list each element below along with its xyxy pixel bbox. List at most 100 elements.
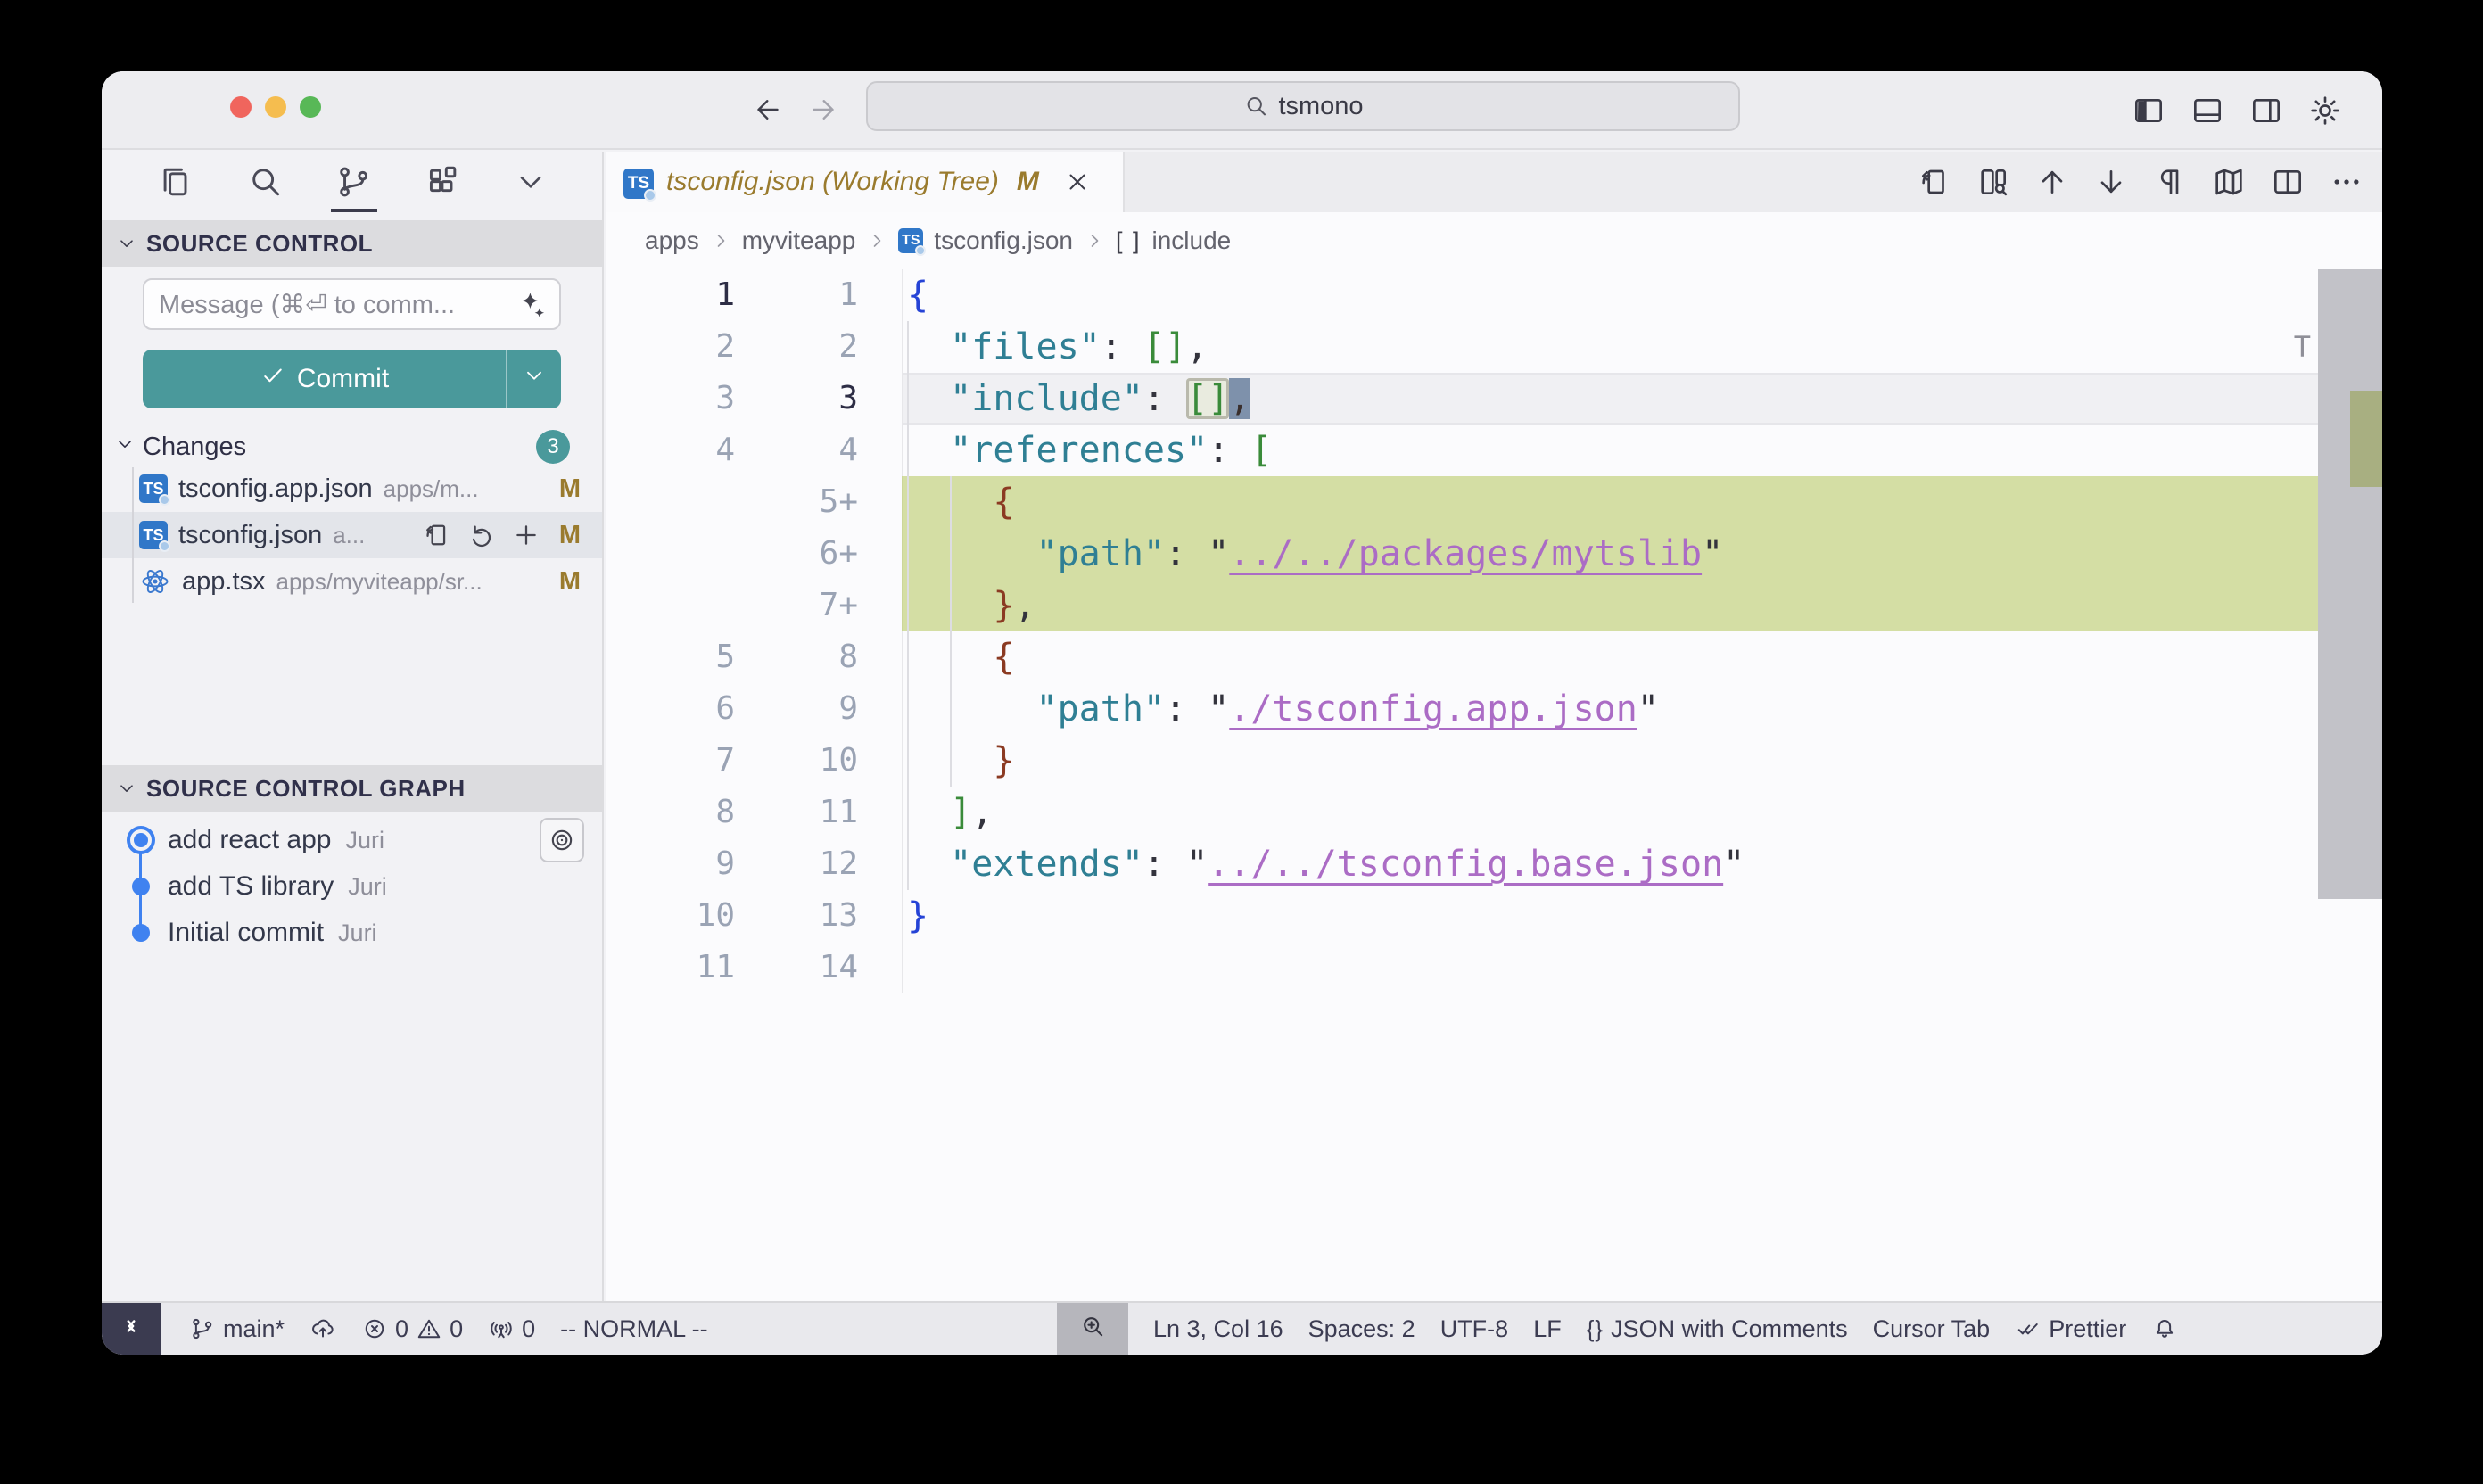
status-sync-status[interactable] — [297, 1303, 349, 1355]
activity-source-control-icon[interactable] — [333, 159, 375, 205]
status-ports[interactable]: 0 — [475, 1303, 548, 1355]
file-name: tsconfig.json — [178, 521, 322, 550]
open-file-icon[interactable] — [422, 520, 452, 550]
status-bar: main*000-- NORMAL -- Ln 3, Col 16Spaces:… — [102, 1301, 2382, 1355]
scrollbar[interactable] — [2318, 269, 2382, 1301]
breadcrumb-item[interactable]: tsconfig.json — [934, 227, 1073, 255]
commit-row[interactable]: Initial commitJuri — [102, 910, 602, 956]
line-number: 7+ — [735, 580, 858, 631]
sparkle-icon[interactable] — [515, 288, 549, 329]
more-icon[interactable] — [2329, 164, 2364, 200]
activity-files-icon[interactable] — [154, 159, 197, 205]
scrollbar-thumb[interactable] — [2318, 269, 2382, 899]
code-line[interactable]: 69 "path": "./tsconfig.app.json" — [606, 683, 2382, 735]
map-icon[interactable] — [2211, 164, 2247, 200]
commit-dropdown-button[interactable] — [506, 350, 561, 408]
layout-sidebar-left-icon[interactable] — [2131, 93, 2166, 128]
activity-search-icon[interactable] — [243, 159, 286, 205]
status-text: Cursor Tab — [1873, 1315, 1991, 1343]
status-vim-mode[interactable]: -- NORMAL -- — [548, 1303, 720, 1355]
breadcrumb-item[interactable]: myviteapp — [742, 227, 856, 255]
status-left-items: main*000-- NORMAL -- — [177, 1303, 721, 1355]
command-center-search[interactable]: tsmono — [866, 81, 1740, 131]
stage-icon[interactable] — [511, 520, 541, 550]
changes-section-header[interactable]: Changes 3 — [102, 428, 602, 466]
file-link[interactable]: ../../packages/mytslib — [1229, 533, 1702, 574]
remote-indicator[interactable] — [102, 1303, 161, 1355]
close-icon[interactable] — [1064, 169, 1091, 195]
commit-row[interactable]: add react appJuri — [102, 817, 602, 863]
traffic-light-minimize[interactable] — [265, 96, 286, 118]
status-cursor-tab[interactable]: Cursor Tab — [1860, 1303, 2003, 1355]
status-indentation[interactable]: Spaces: 2 — [1296, 1303, 1428, 1355]
activity-chevron-down-icon[interactable] — [511, 161, 550, 203]
file-link[interactable]: ../../tsconfig.base.json — [1208, 844, 1723, 885]
gear-icon[interactable] — [2307, 93, 2343, 128]
code-line[interactable]: 811 ], — [606, 787, 2382, 838]
status-mid-items: Ln 3, Col 16Spaces: 2UTF-8LF{}JSON with … — [1141, 1303, 2190, 1355]
source-control-header[interactable]: SOURCE CONTROL — [102, 220, 602, 267]
activity-extensions-icon[interactable] — [422, 159, 465, 205]
traffic-light-close[interactable] — [230, 96, 252, 118]
changes-file-row[interactable]: app.tsxapps/myviteapp/sr...M — [102, 558, 602, 605]
changes-file-row[interactable]: TStsconfig.jsona...M — [102, 512, 602, 558]
breadcrumb-item[interactable]: include — [1152, 227, 1232, 255]
file-link[interactable]: ./tsconfig.app.json — [1229, 688, 1637, 730]
goto-target-button[interactable] — [540, 818, 584, 862]
next-change-icon[interactable] — [2093, 164, 2129, 200]
layout-sidebar-right-icon[interactable] — [2248, 93, 2284, 128]
code-line[interactable]: 33 "include": [], — [606, 373, 2382, 425]
chevron-right-icon — [1084, 230, 1105, 251]
old-line-number: 1 — [606, 269, 735, 321]
status-encoding[interactable]: UTF-8 — [1428, 1303, 1522, 1355]
split-editor-icon[interactable] — [2270, 164, 2306, 200]
changes-file-row[interactable]: TStsconfig.app.jsonapps/m...M — [102, 466, 602, 512]
vim-block-cursor: , — [1229, 378, 1250, 419]
status-language-mode[interactable]: {}JSON with Comments — [1574, 1303, 1860, 1355]
status-notifications[interactable] — [2139, 1303, 2190, 1355]
commit-button[interactable]: Commit — [143, 350, 561, 408]
editor-group: TS tsconfig.json (Working Tree) M apps my… — [606, 152, 2382, 1301]
zoom-indicator[interactable] — [1057, 1303, 1128, 1355]
status-problems[interactable]: 00 — [349, 1303, 475, 1355]
status-formatter[interactable]: Prettier — [2002, 1303, 2139, 1355]
code-text: "path": "../../packages/mytslib" — [902, 528, 2382, 580]
prev-change-icon[interactable] — [2034, 164, 2070, 200]
code-line[interactable]: 7+ }, — [606, 580, 2382, 631]
status-eol[interactable]: LF — [1521, 1303, 1574, 1355]
code-line[interactable]: 912 "extends": "../../tsconfig.base.json… — [606, 838, 2382, 890]
code-line[interactable]: 58 { — [606, 631, 2382, 683]
status-branch-status[interactable]: main* — [177, 1303, 297, 1355]
code-line[interactable]: 22 "files": [], — [606, 321, 2382, 373]
code-line[interactable]: 1114 — [606, 942, 2382, 993]
compare-icon[interactable] — [1976, 164, 2011, 200]
code-line[interactable]: 1013} — [606, 890, 2382, 942]
layout-panel-icon[interactable] — [2190, 93, 2225, 128]
chevron-down-icon — [116, 233, 137, 254]
open-preview-icon[interactable] — [1917, 164, 1952, 200]
tab-tsconfig-working-tree[interactable]: TS tsconfig.json (Working Tree) M — [606, 152, 1125, 212]
back-arrow-icon[interactable] — [752, 94, 786, 128]
code-line[interactable]: 710 } — [606, 735, 2382, 787]
old-line-number: 11 — [606, 942, 735, 993]
source-control-graph-title: SOURCE CONTROL GRAPH — [146, 775, 466, 803]
pilcrow-icon[interactable] — [2152, 164, 2188, 200]
file-name: tsconfig.app.json — [178, 474, 373, 504]
source-control-graph-header[interactable]: SOURCE CONTROL GRAPH — [102, 765, 602, 812]
breadcrumb-item[interactable]: apps — [645, 227, 699, 255]
commit-row[interactable]: add TS libraryJuri — [102, 863, 602, 910]
code-area[interactable]: 11{22 "files": [],33 "include": [],44 "r… — [606, 269, 2382, 1301]
code-line[interactable]: 6+ "path": "../../packages/mytslib" — [606, 528, 2382, 580]
file-name: app.tsx — [182, 567, 266, 597]
commit-message-input[interactable]: Message (⌘⏎ to comm... — [143, 278, 561, 330]
traffic-light-maximize[interactable] — [300, 96, 321, 118]
code-line[interactable]: 11{ — [606, 269, 2382, 321]
line-number: 2 — [735, 321, 858, 373]
commit-button-main[interactable]: Commit — [143, 350, 506, 408]
array-symbol-icon: [ ] — [1116, 227, 1142, 255]
discard-icon[interactable] — [466, 520, 497, 550]
code-line[interactable]: 5+ { — [606, 476, 2382, 528]
forward-arrow-icon[interactable] — [807, 94, 841, 128]
status-cursor-position[interactable]: Ln 3, Col 16 — [1141, 1303, 1296, 1355]
code-line[interactable]: 44 "references": [ — [606, 425, 2382, 476]
